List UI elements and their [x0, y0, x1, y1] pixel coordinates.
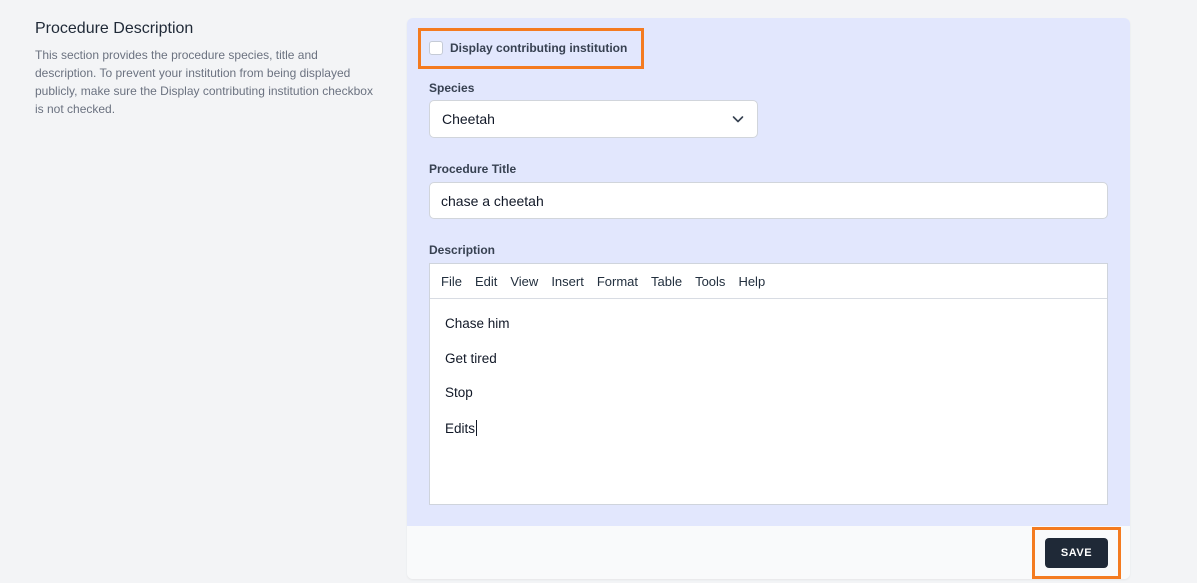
highlight-box-save — [1032, 527, 1121, 579]
menu-help[interactable]: Help — [738, 274, 765, 289]
chevron-down-icon — [732, 116, 744, 123]
procedure-form-card: Display contributing institution Species… — [407, 18, 1130, 579]
form-footer — [407, 526, 1130, 579]
menu-table[interactable]: Table — [651, 274, 682, 289]
menu-tools[interactable]: Tools — [695, 274, 725, 289]
procedure-title-label: Procedure Title — [429, 162, 517, 176]
menu-insert[interactable]: Insert — [551, 274, 584, 289]
editor-menubar: File Edit View Insert Format Table Tools… — [430, 264, 1107, 299]
editor-line[interactable]: Stop — [445, 385, 1092, 420]
section-title: Procedure Description — [35, 20, 194, 37]
text-caret — [476, 419, 478, 436]
form-body: Display contributing institution Species… — [407, 18, 1130, 526]
species-selected-value: Cheetah — [442, 111, 495, 127]
editor-line[interactable]: Edits — [445, 419, 1092, 455]
editor-content[interactable]: Chase him Get tired Stop Edits — [430, 299, 1107, 454]
description-editor[interactable]: File Edit View Insert Format Table Tools… — [429, 263, 1108, 505]
procedure-title-input[interactable]: chase a cheetah — [429, 182, 1108, 219]
editor-line[interactable]: Chase him — [445, 316, 1092, 351]
menu-view[interactable]: View — [510, 274, 538, 289]
section-info: Procedure Description This section provi… — [35, 20, 380, 118]
menu-edit[interactable]: Edit — [475, 274, 497, 289]
species-select[interactable]: Cheetah — [429, 100, 758, 138]
section-description: This section provides the procedure spec… — [35, 48, 373, 116]
highlight-box-checkbox — [418, 28, 644, 69]
menu-format[interactable]: Format — [597, 274, 638, 289]
species-label: Species — [429, 81, 475, 95]
editor-line[interactable]: Get tired — [445, 351, 1092, 386]
menu-file[interactable]: File — [441, 274, 462, 289]
description-label: Description — [429, 243, 496, 257]
